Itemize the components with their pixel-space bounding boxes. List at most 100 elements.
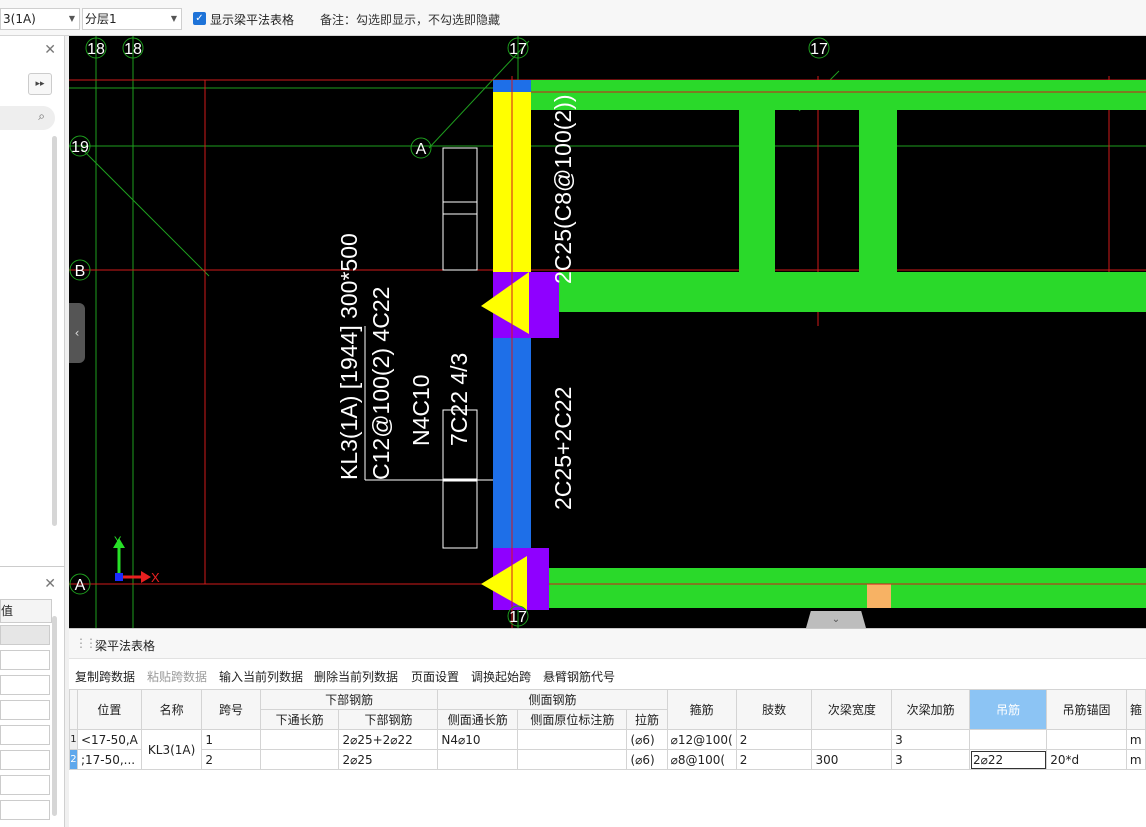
paste-span-data-button[interactable]: 粘贴跨数据	[147, 668, 207, 685]
beam-table-panel: ⋮⋮ 梁平法表格 复制跨数据 粘贴跨数据 输入当前列数据 删除当前列数据 页面设…	[69, 628, 1146, 827]
property-row[interactable]	[0, 775, 50, 795]
property-row[interactable]	[0, 700, 50, 720]
row-number[interactable]: 2	[69, 749, 78, 770]
cell-tie[interactable]: (⌀6)	[626, 749, 668, 770]
close-icon[interactable]: ✕	[44, 42, 56, 58]
cell-span[interactable]: 2	[201, 749, 261, 770]
column-header-side-original[interactable]: 侧面原位标注筋	[517, 709, 628, 730]
row-number[interactable]: 1	[69, 729, 78, 750]
column-header-bottom-rebar[interactable]: 下部钢筋	[338, 709, 439, 730]
column-header-span[interactable]: 跨号	[201, 689, 261, 730]
cell-bottom-through[interactable]	[259, 729, 340, 750]
page-setup-button[interactable]: 页面设置	[411, 668, 459, 685]
green-beam[interactable]	[547, 568, 1146, 608]
copy-span-data-button[interactable]: 复制跨数据	[75, 668, 135, 685]
cell-stirrup-cut[interactable]: m	[1125, 729, 1146, 750]
show-table-checkbox-label[interactable]: 显示梁平法表格	[210, 11, 294, 28]
cell-secondary-beam-width[interactable]: 300	[811, 749, 893, 770]
cell-bottom-rebar[interactable]: 2⌀25	[338, 749, 439, 770]
left-panel-scrollbar[interactable]	[52, 136, 57, 526]
column-header-hanger-anchor[interactable]: 吊筋锚固	[1046, 689, 1127, 730]
orange-marker[interactable]	[867, 584, 891, 608]
cantilever-code-button[interactable]: 悬臂钢筋代号	[543, 668, 615, 685]
cell-secondary-beam-additional[interactable]: 3	[891, 749, 970, 770]
cell-hanger[interactable]	[968, 729, 1048, 750]
column-header-side-through[interactable]: 侧面通长筋	[437, 709, 519, 730]
chevron-down-icon: ▼	[170, 14, 177, 23]
beam-annotation-line3[interactable]: N4C10	[408, 374, 434, 446]
rebar-bottom-label[interactable]: 2C25+2C22	[550, 387, 576, 510]
property-row[interactable]	[0, 750, 50, 770]
column-header-secondary-beam-width[interactable]: 次梁宽度	[811, 689, 893, 730]
cell-hanger[interactable]: 2⌀22	[968, 749, 1048, 770]
group-header-side-rebar: 侧面钢筋	[437, 689, 668, 710]
cell-name[interactable]: KL3(1A)	[140, 729, 203, 770]
close-icon[interactable]: ✕	[44, 576, 56, 592]
green-beam[interactable]	[739, 80, 775, 272]
column-header-stirrup-cut[interactable]: 箍	[1125, 689, 1146, 730]
cell-position[interactable]: <17-50,A	[76, 729, 142, 750]
delete-column-data-button[interactable]: 删除当前列数据	[314, 668, 398, 685]
cell-stirrup[interactable]: ⌀8@100(	[666, 749, 737, 770]
property-row[interactable]	[0, 625, 50, 645]
expand-button[interactable]: ▸▸	[28, 73, 52, 95]
bottom-panel-collapse-handle[interactable]: ⌄	[806, 611, 866, 628]
left-panel-collapse-handle[interactable]: ‹	[69, 303, 85, 363]
cell-span[interactable]: 1	[201, 729, 261, 750]
cell-stirrup-cut[interactable]: m	[1125, 749, 1146, 770]
table-row[interactable]: 1 <17-50,A KL3(1A) 1 2⌀25+2⌀22 N4⌀10 (⌀6…	[69, 729, 1146, 770]
cell-secondary-beam-width[interactable]	[811, 729, 893, 750]
cad-drawing[interactable]: 18 18 17 17 19 B A A 17 KL3(1A) [1944] 3…	[69, 36, 1146, 628]
property-row[interactable]	[0, 800, 50, 820]
column-header-hanger[interactable]: 吊筋	[968, 689, 1048, 730]
beam-select[interactable]: 3(1A) ▼	[0, 8, 80, 30]
column-header-secondary-beam-additional[interactable]: 次梁加筋	[891, 689, 970, 730]
cell-secondary-beam-additional[interactable]: 3	[891, 729, 970, 750]
cell-side-through[interactable]: N4⌀10	[437, 729, 519, 750]
property-header: 值	[0, 599, 52, 623]
column-header-tie[interactable]: 拉筋	[626, 709, 668, 730]
cell-bottom-through[interactable]	[259, 749, 340, 770]
cell-legs[interactable]: 2	[735, 729, 813, 750]
green-beam[interactable]	[859, 80, 897, 272]
green-beam[interactable]	[559, 272, 1146, 312]
app-window: 3(1A) ▼ 分层1 ▼ ✓ 显示梁平法表格 备注：勾选即显示，不勾选即隐藏 …	[0, 0, 1146, 827]
property-row[interactable]	[0, 675, 50, 695]
column-header-name[interactable]: 名称	[140, 689, 203, 730]
cell-side-original[interactable]	[517, 729, 628, 750]
swap-start-span-button[interactable]: 调换起始跨	[471, 668, 531, 685]
show-table-checkbox[interactable]: ✓	[193, 12, 206, 25]
cell-legs[interactable]: 2	[735, 749, 813, 770]
column-header-bottom-through[interactable]: 下通长筋	[259, 709, 340, 730]
cell-side-through[interactable]	[437, 749, 519, 770]
property-scrollbar[interactable]	[52, 616, 57, 816]
cell-hanger-anchor[interactable]	[1046, 729, 1127, 750]
beam-annotation-line1[interactable]: KL3(1A) [1944] 300*500	[336, 233, 362, 480]
cell-stirrup[interactable]: ⌀12@100(	[666, 729, 737, 750]
input-column-data-button[interactable]: 输入当前列数据	[219, 668, 303, 685]
property-header-label: 值	[1, 604, 14, 618]
property-row[interactable]	[0, 725, 50, 745]
panel-title-bar[interactable]: ⋮⋮ 梁平法表格	[69, 629, 1146, 659]
cell-side-original[interactable]	[517, 749, 628, 770]
cell-bottom-rebar[interactable]: 2⌀25+2⌀22	[338, 729, 439, 750]
drag-grip-icon[interactable]: ⋮⋮	[75, 636, 97, 650]
divider	[0, 566, 65, 567]
layer-select[interactable]: 分层1 ▼	[82, 8, 182, 30]
property-row[interactable]	[0, 650, 50, 670]
green-beam[interactable]	[529, 80, 1146, 110]
beam-annotation-line2[interactable]: C12@100(2) 4C22	[368, 287, 394, 480]
chevron-down-icon: ▼	[68, 14, 75, 23]
column-header-stirrup[interactable]: 箍筋	[666, 689, 737, 730]
cell-position[interactable]: ;17-50,...	[76, 749, 142, 770]
rebar-top-label[interactable]: 2C25(C8@100(2))	[550, 94, 576, 284]
table-row[interactable]: 2 ;17-50,... 2 2⌀25 (⌀6) ⌀8@100( 2 300 3…	[69, 749, 1146, 770]
cell-hanger-anchor[interactable]: 20*d	[1046, 749, 1127, 770]
drawing-canvas[interactable]: 18 18 17 17 19 B A A 17 KL3(1A) [1944] 3…	[69, 36, 1146, 628]
column-header-position[interactable]: 位置	[76, 689, 142, 730]
search-input[interactable]: ⌕	[0, 106, 55, 130]
beam-annotation-line4[interactable]: 7C22 4/3	[446, 353, 472, 446]
column-header-legs[interactable]: 肢数	[735, 689, 813, 730]
cell-tie[interactable]: (⌀6)	[626, 729, 668, 750]
axis-label: 18	[124, 41, 142, 58]
